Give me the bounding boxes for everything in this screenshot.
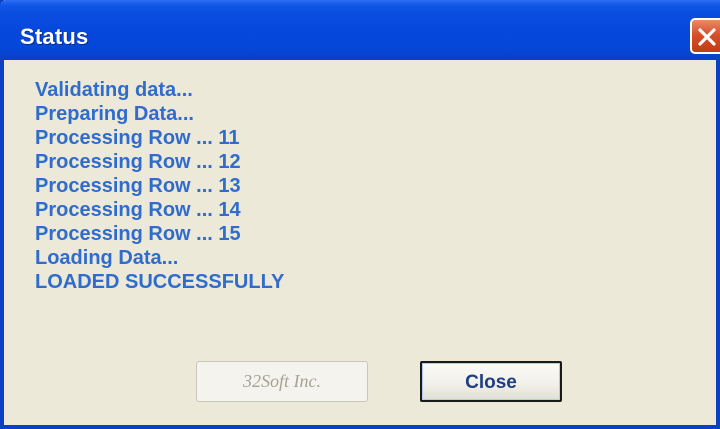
close-button[interactable]: Close [420,361,562,402]
log-line: Processing Row ... 14 [35,199,241,221]
close-icon [698,28,716,46]
log-line: Processing Row ... 13 [35,175,241,197]
log-line: Preparing Data... [35,103,194,125]
brand-button: 32Soft Inc. [196,361,368,402]
log-line: Processing Row ... 12 [35,151,241,173]
log-line: Processing Row ... 11 [35,127,240,149]
status-dialog: Status Validating data... Preparing Data… [0,0,720,429]
log-line: Processing Row ... 15 [35,223,241,245]
status-log: Validating data... Preparing Data... Pro… [35,78,284,294]
window-title: Status [20,24,89,49]
log-line: Loading Data... [35,247,179,269]
title-bar[interactable]: Status [0,0,720,60]
log-line: Validating data... [35,79,193,101]
window-close-button[interactable] [690,18,720,54]
log-line: LOADED SUCCESSFULLY [35,271,285,293]
